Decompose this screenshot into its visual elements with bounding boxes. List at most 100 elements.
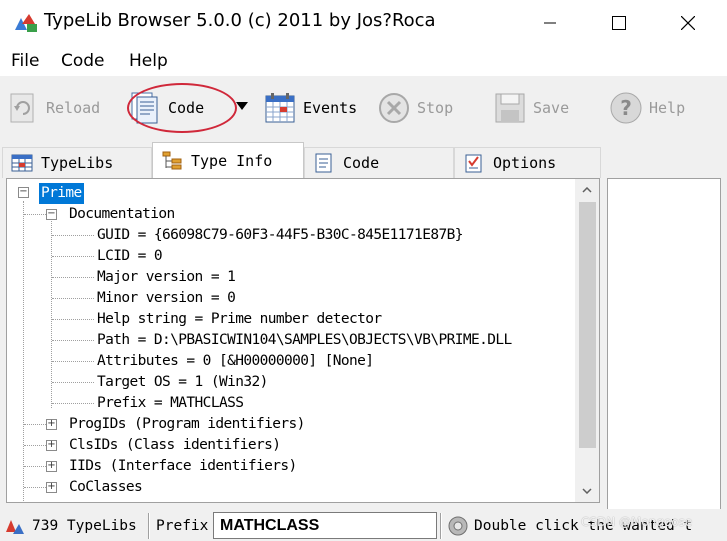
tree-connector bbox=[52, 340, 94, 341]
tree-icon bbox=[162, 151, 182, 169]
tab-typelibs[interactable]: TypeLibs bbox=[2, 147, 152, 178]
checklist-icon bbox=[465, 154, 482, 173]
tree-connector bbox=[52, 277, 94, 278]
tree-leaf[interactable]: Help string = Prime number detector bbox=[97, 309, 382, 330]
tree-node-coclasses[interactable]: CoClasses bbox=[69, 477, 143, 498]
tree-node-label: Documentation bbox=[69, 206, 175, 222]
tree-leaf-label: LCID = 0 bbox=[97, 248, 163, 264]
help-label: Help bbox=[649, 99, 686, 117]
tree-node-label: CoClasses bbox=[69, 479, 143, 495]
status-divider bbox=[440, 513, 442, 539]
reload-button[interactable]: Reload bbox=[6, 88, 100, 128]
close-button[interactable] bbox=[665, 0, 711, 46]
menu-file[interactable]: File bbox=[11, 51, 39, 71]
tree-connector bbox=[52, 319, 94, 320]
tab-typeinfo[interactable]: Type Info bbox=[152, 142, 304, 178]
minimize-icon bbox=[544, 22, 556, 24]
tree-guide-line bbox=[23, 201, 24, 501]
tab-options[interactable]: Options bbox=[454, 147, 601, 178]
expand-toggle[interactable]: + bbox=[46, 419, 57, 430]
tree-connector bbox=[52, 403, 94, 404]
calendar-icon bbox=[265, 93, 295, 123]
tree-connector bbox=[24, 214, 46, 215]
tree-node-iids[interactable]: IIDs (Interface identifiers) bbox=[69, 456, 297, 477]
tree-connector bbox=[24, 424, 46, 425]
watermark-text: CSDN @Mongoose bbox=[581, 515, 693, 529]
window-title: TypeLib Browser 5.0.0 (c) 2011 by Jos?Ro… bbox=[44, 10, 436, 31]
reload-icon bbox=[10, 93, 34, 123]
tree-node-label: Prime bbox=[39, 183, 84, 204]
typelib-count-icon bbox=[6, 520, 24, 534]
tree-connector bbox=[24, 445, 46, 446]
minimize-button[interactable] bbox=[527, 0, 573, 46]
expand-toggle[interactable]: + bbox=[46, 461, 57, 472]
expand-toggle[interactable]: + bbox=[46, 482, 57, 493]
type-info-tree[interactable]: − Prime − Documentation GUID = {66098C79… bbox=[6, 178, 600, 503]
scroll-down-button[interactable] bbox=[575, 481, 599, 501]
prefix-input[interactable] bbox=[213, 512, 437, 539]
status-divider bbox=[148, 513, 150, 539]
prefix-label-panel: Prefix bbox=[156, 512, 208, 540]
detail-pane[interactable] bbox=[607, 178, 721, 511]
reload-label: Reload bbox=[46, 99, 101, 117]
collapse-toggle[interactable]: − bbox=[18, 187, 29, 198]
code-document-icon bbox=[131, 92, 158, 124]
tree-leaf-label: Target OS = 1 (Win32) bbox=[97, 374, 268, 390]
maximize-icon bbox=[612, 16, 626, 30]
save-button[interactable]: Save bbox=[493, 88, 569, 128]
help-button[interactable]: ? Help bbox=[609, 88, 685, 128]
menu-code[interactable]: Code bbox=[61, 51, 105, 71]
events-label: Events bbox=[303, 99, 358, 117]
tree-connector bbox=[52, 298, 94, 299]
grid-icon bbox=[11, 154, 33, 172]
tree-node-root[interactable]: Prime bbox=[39, 183, 84, 204]
tree-leaf[interactable]: Target OS = 1 (Win32) bbox=[97, 372, 268, 393]
tab-typeinfo-label: Type Info bbox=[191, 151, 273, 170]
prefix-label: Prefix bbox=[156, 518, 209, 534]
events-button[interactable]: Events bbox=[263, 88, 357, 128]
tree-node-progids[interactable]: ProgIDs (Program identifiers) bbox=[69, 414, 305, 435]
tree-node-clsids[interactable]: ClsIDs (Class identifiers) bbox=[69, 435, 281, 456]
collapse-toggle[interactable]: − bbox=[46, 209, 57, 220]
tab-options-label: Options bbox=[493, 154, 557, 172]
title-bar: TypeLib Browser 5.0.0 (c) 2011 by Jos?Ro… bbox=[0, 0, 727, 46]
tree-leaf-label: Attributes = 0 [&H00000000] [None] bbox=[97, 353, 374, 369]
code-dropdown-button[interactable] bbox=[236, 97, 252, 115]
maximize-button[interactable] bbox=[596, 0, 642, 46]
stop-button[interactable]: Stop bbox=[377, 88, 453, 128]
close-icon bbox=[681, 16, 695, 30]
tab-code[interactable]: Code bbox=[304, 147, 454, 178]
menu-help[interactable]: Help bbox=[129, 51, 168, 71]
tree-node-label: ProgIDs (Program identifiers) bbox=[69, 416, 305, 432]
tree-guide-line bbox=[51, 221, 52, 408]
tree-node-documentation[interactable]: Documentation bbox=[69, 204, 175, 225]
menu-bar: File Code Help bbox=[0, 46, 727, 76]
tree-content: − Prime − Documentation GUID = {66098C79… bbox=[7, 179, 575, 502]
tree-leaf-label: Major version = 1 bbox=[97, 269, 236, 285]
toolbar: Reload Code Events Stop Save ? Help bbox=[0, 76, 727, 142]
tree-leaf[interactable]: Minor version = 0 bbox=[97, 288, 236, 309]
tree-connector bbox=[52, 361, 94, 362]
stop-label: Stop bbox=[417, 99, 454, 117]
chevron-up-icon bbox=[582, 187, 592, 193]
save-label: Save bbox=[533, 99, 570, 117]
tree-node-label: IIDs (Interface identifiers) bbox=[69, 458, 297, 474]
tree-leaf[interactable]: Prefix = MATHCLASS bbox=[97, 393, 244, 414]
tree-leaf[interactable]: Major version = 1 bbox=[97, 267, 236, 288]
scroll-thumb[interactable] bbox=[579, 202, 596, 448]
tree-leaf[interactable]: Path = D:\PBASICWIN104\SAMPLES\OBJECTS\V… bbox=[97, 330, 512, 351]
tree-leaf[interactable]: GUID = {66098C79-60F3-44F5-B30C-845E1171… bbox=[97, 225, 463, 246]
dropdown-arrow-icon bbox=[236, 102, 248, 110]
vertical-scrollbar[interactable] bbox=[575, 179, 599, 502]
code-button[interactable]: Code bbox=[128, 88, 204, 128]
tree-leaf[interactable]: LCID = 0 bbox=[97, 246, 163, 267]
scroll-up-button[interactable] bbox=[575, 180, 599, 200]
help-icon: ? bbox=[610, 92, 642, 124]
stop-icon bbox=[379, 93, 409, 123]
tree-connector bbox=[52, 256, 94, 257]
tree-connector bbox=[24, 487, 46, 488]
app-icon bbox=[15, 14, 37, 32]
svg-text:?: ? bbox=[620, 96, 632, 120]
tree-leaf[interactable]: Attributes = 0 [&H00000000] [None] bbox=[97, 351, 374, 372]
expand-toggle[interactable]: + bbox=[46, 440, 57, 451]
